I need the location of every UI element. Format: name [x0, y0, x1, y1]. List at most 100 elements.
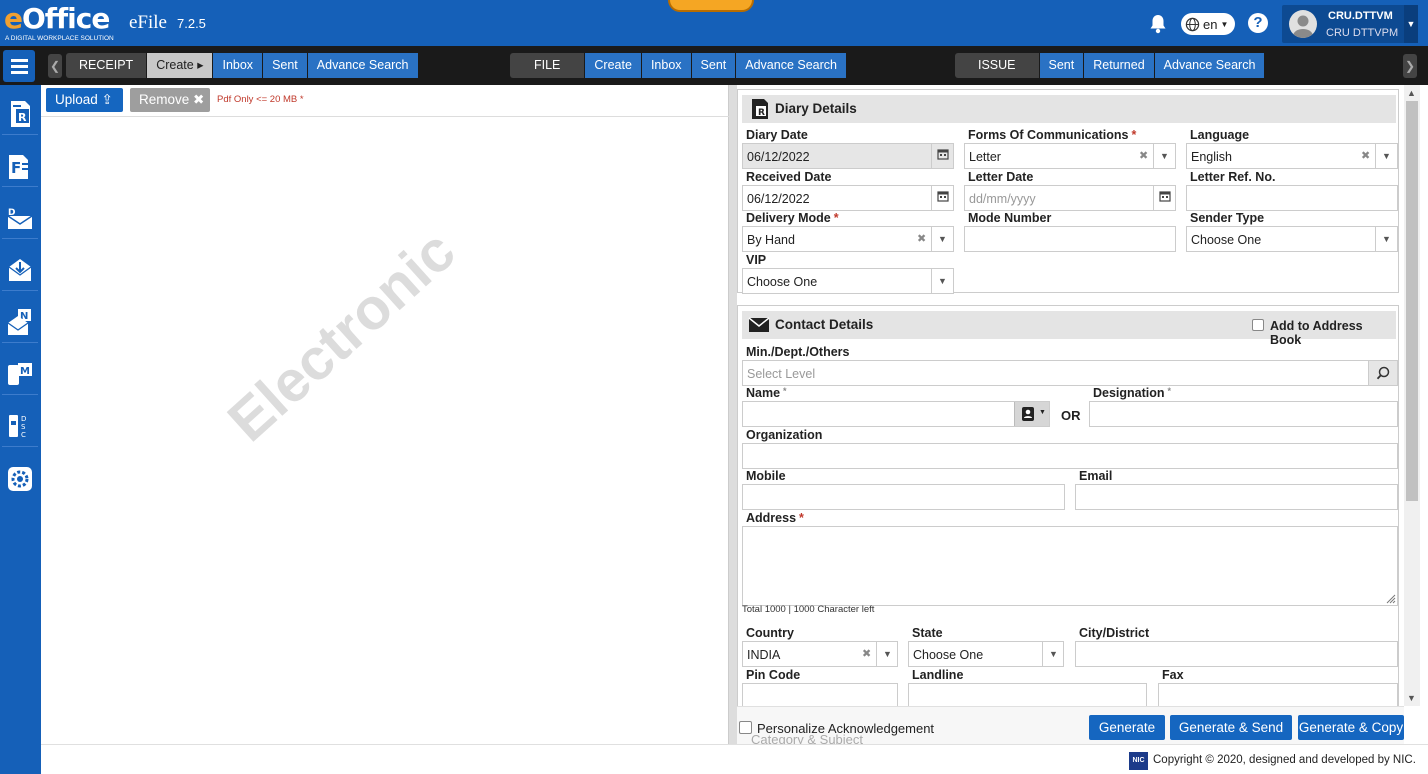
mode-number-input[interactable] [964, 226, 1176, 252]
name-input[interactable] [742, 401, 1050, 427]
issue-returned-tab[interactable]: Returned [1083, 53, 1154, 78]
chevron-down-icon[interactable]: ▼ [1153, 144, 1175, 168]
letter-date-input[interactable]: dd/mm/yyyy [964, 185, 1176, 211]
diary-details-panel: R Diary Details 06/12/2022 Diary Date Le… [737, 89, 1399, 294]
scroll-down-icon[interactable]: ▼ [1407, 693, 1416, 703]
issue-nav-group: ISSUE Sent Returned Advance Search [955, 53, 1265, 78]
upload-button[interactable]: Upload ⇪ [46, 88, 123, 112]
chevron-down-icon[interactable]: ▼ [931, 227, 953, 251]
receipt-icon[interactable]: R [2, 91, 38, 135]
nav-scroll-left-icon[interactable]: ❮ [48, 54, 62, 78]
resize-handle-icon[interactable] [1386, 594, 1396, 604]
svg-text:S: S [21, 423, 26, 431]
designation-input[interactable] [1089, 401, 1398, 427]
top-pull-tab[interactable] [668, 0, 754, 12]
file-create-tab[interactable]: Create [584, 53, 641, 78]
issue-advance-search-tab[interactable]: Advance Search [1153, 53, 1265, 78]
landline-input[interactable] [908, 683, 1147, 706]
clear-icon[interactable]: ✖ [917, 232, 926, 245]
generate-and-send-button[interactable]: Generate & Send [1170, 715, 1292, 740]
settings-icon[interactable] [2, 455, 38, 499]
pane-splitter[interactable] [729, 85, 737, 744]
address-book-icon[interactable]: ▼ [1014, 402, 1049, 426]
receipt-inbox-tab[interactable]: Inbox [212, 53, 263, 78]
svg-text:C: C [21, 431, 26, 439]
email-input[interactable] [1075, 484, 1398, 510]
state-select[interactable]: Choose One [908, 641, 1064, 667]
bell-icon[interactable] [1149, 14, 1167, 34]
address-char-counter: Total 1000 | 1000 Character left [742, 604, 875, 615]
add-to-address-book-checkbox[interactable] [1252, 319, 1264, 331]
chevron-down-icon[interactable]: ▼ [1375, 227, 1397, 251]
file-advance-search-tab[interactable]: Advance Search [735, 53, 846, 78]
language-selector[interactable]: en ▼ [1181, 13, 1235, 35]
receipt-nav-label[interactable]: RECEIPT [66, 53, 147, 78]
country-select[interactable]: INDIA [742, 641, 898, 667]
receipt-create-tab[interactable]: Create ▸ [146, 53, 213, 78]
delivery-mode-label: Delivery Mode * [746, 211, 842, 225]
state-label: State [912, 626, 946, 640]
vip-label: VIP [746, 253, 770, 267]
contact-details-panel: Contact Details Add to Address Book Sele… [737, 305, 1399, 706]
search-icon[interactable] [1368, 361, 1397, 385]
svg-text:F: F [11, 159, 21, 177]
fax-input[interactable] [1158, 683, 1398, 706]
receipt-sent-tab[interactable]: Sent [262, 53, 307, 78]
user-description: CRU DTTVPM [1326, 27, 1399, 39]
caret-down-icon[interactable]: ▼ [1404, 5, 1418, 43]
chevron-down-icon[interactable]: ▼ [931, 269, 953, 293]
calendar-icon[interactable] [931, 144, 953, 168]
file-sent-tab[interactable]: Sent [690, 53, 736, 78]
chevron-down-icon[interactable]: ▼ [1375, 144, 1397, 168]
sender-type-select[interactable]: Choose One [1186, 226, 1398, 252]
receipt-advance-search-tab[interactable]: Advance Search [306, 53, 418, 78]
diary-date-input[interactable]: 06/12/2022 [742, 143, 954, 169]
address-label: Address * [746, 511, 807, 525]
designation-label: Designation * [1093, 386, 1175, 400]
eoffice-logo[interactable]: eOffice A DIGITAL WORKPLACE SOLUTION [4, 4, 120, 44]
mobile-input[interactable] [742, 484, 1065, 510]
scrollbar-thumb[interactable] [1406, 101, 1418, 501]
mobile-icon[interactable]: M [2, 351, 38, 395]
chevron-down-icon[interactable]: ▼ [1042, 642, 1064, 666]
fax-label: Fax [1162, 668, 1187, 682]
clear-icon[interactable]: ✖ [862, 647, 871, 660]
city-input[interactable] [1075, 641, 1398, 667]
svg-text:M: M [20, 366, 30, 377]
hamburger-menu-button[interactable] [3, 50, 35, 82]
mobile-label: Mobile [746, 469, 789, 483]
remove-button[interactable]: Remove ✖ [130, 88, 210, 112]
chevron-down-icon[interactable]: ▼ [876, 642, 898, 666]
received-date-input[interactable]: 06/12/2022 [742, 185, 954, 211]
inbox-download-icon[interactable] [2, 247, 38, 291]
letter-ref-input[interactable] [1186, 185, 1398, 211]
generate-button[interactable]: Generate [1089, 715, 1165, 740]
notification-icon[interactable]: N [2, 299, 38, 343]
issue-nav-label[interactable]: ISSUE [955, 53, 1039, 78]
scroll-up-icon[interactable]: ▲ [1407, 88, 1416, 98]
app-name: eFile [129, 12, 167, 33]
issue-sent-tab[interactable]: Sent [1038, 53, 1084, 78]
personalize-acknowledgement-checkbox[interactable] [739, 721, 752, 734]
dsc-icon[interactable]: DSC [2, 403, 38, 447]
file-nav-label[interactable]: FILE [510, 53, 585, 78]
clear-icon[interactable]: ✖ [1361, 149, 1370, 162]
pin-code-input[interactable] [742, 683, 898, 706]
file-icon[interactable]: F [2, 143, 38, 187]
clear-icon[interactable]: ✖ [1139, 149, 1148, 162]
min-dept-input[interactable]: Select Level [742, 360, 1398, 386]
nav-scroll-right-icon[interactable]: ❯ [1403, 54, 1417, 78]
organization-input[interactable] [742, 443, 1398, 469]
received-date-label: Received Date [746, 170, 835, 184]
generate-and-copy-button[interactable]: Generate & Copy [1298, 715, 1404, 740]
calendar-icon[interactable] [931, 186, 953, 210]
user-menu[interactable]: CRU.DTTVM CRU DTTVPM ▼ [1282, 5, 1418, 43]
address-textarea[interactable] [742, 526, 1398, 606]
form-scrollbar[interactable]: ▲ ▼ [1404, 85, 1420, 706]
dak-icon[interactable]: D [2, 195, 38, 239]
file-inbox-tab[interactable]: Inbox [640, 53, 691, 78]
letter-date-label: Letter Date [968, 170, 1037, 184]
vip-select[interactable]: Choose One [742, 268, 954, 294]
calendar-icon[interactable] [1153, 186, 1175, 210]
help-icon[interactable]: ? [1248, 13, 1268, 33]
